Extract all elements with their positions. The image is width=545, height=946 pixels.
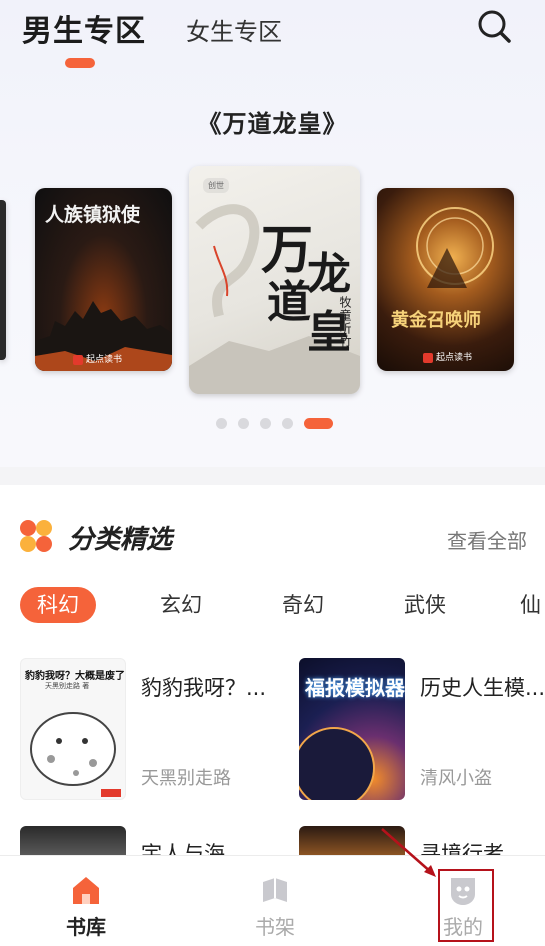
annotation-highlight-box [438, 869, 494, 942]
category-grid-icon [20, 520, 52, 552]
book-title-2[interactable]: 历史人生模... [420, 672, 545, 702]
leopard-illustration [30, 712, 121, 797]
nav-item-bookshelf[interactable]: 书架 [225, 856, 325, 946]
tab-female[interactable]: 女生专区 [186, 12, 282, 47]
book-author-1: 天黑别走路 [141, 768, 231, 789]
cover-author: 牧童听竹 [338, 296, 352, 348]
carousel-cover-left[interactable]: 人族镇狱使 起点读书 [35, 188, 172, 371]
book-author-2: 清风小盗 [420, 768, 492, 789]
see-all-link[interactable]: 查看全部 [447, 525, 527, 554]
bookshelf-icon [263, 878, 287, 902]
book-cover-1[interactable]: 豹豹我呀？大概是废了 天黑别走路 著 [20, 658, 126, 800]
cover-title: 福报模拟器 [305, 676, 405, 700]
book-cover-2[interactable]: 福报模拟器 [299, 658, 405, 800]
search-button[interactable] [474, 6, 514, 46]
publisher-badge: 起点读书 [73, 352, 122, 365]
cover-char-2: 道 [267, 277, 311, 328]
nav-item-library[interactable]: 书库 [36, 856, 136, 946]
chip-xuanhuan[interactable]: 玄幻 [143, 587, 219, 623]
chip-qihuan[interactable]: 奇幻 [265, 587, 341, 623]
cover-title: 豹豹我呀？大概是废了 [25, 671, 125, 682]
nav-label-library: 书库 [66, 915, 106, 939]
book-title-1[interactable]: 豹豹我呀？... [141, 672, 266, 702]
featured-book-title: 《万道龙皇》 [197, 110, 348, 138]
search-icon [478, 10, 511, 43]
carousel-pagination [216, 417, 333, 429]
chip-scifi[interactable]: 科幻 [20, 587, 96, 623]
chip-xianxia[interactable]: 仙 [520, 587, 545, 623]
page-dot[interactable] [282, 417, 293, 429]
section-divider [0, 467, 545, 485]
cover-char-3: 龙 [307, 249, 351, 300]
chip-wuxia[interactable]: 武侠 [387, 587, 463, 623]
cover-title: 人族镇狱使 [45, 204, 141, 226]
category-section-title: 分类精选 [68, 525, 173, 555]
cover-title: 黄金召唤师 [391, 310, 481, 331]
tab-male[interactable]: 男生专区 [22, 6, 146, 50]
tab-indicator [65, 58, 95, 68]
page-dot[interactable] [238, 417, 249, 429]
page-dot[interactable] [260, 417, 271, 429]
home-icon [73, 877, 99, 904]
page-dot[interactable] [216, 417, 227, 429]
magic-circle-art [416, 207, 494, 288]
planet-art [299, 727, 375, 800]
carousel-cover-center[interactable]: 创世 万 道 龙 皇 牧童听竹 [189, 166, 360, 394]
carousel-cover-right[interactable]: 黄金召唤师 起点读书 [377, 188, 514, 371]
nav-label-bookshelf: 书架 [255, 915, 295, 939]
page-dot-active[interactable] [304, 417, 333, 429]
carousel-prev-cover[interactable] [0, 200, 6, 360]
publisher-badge: 起点读书 [423, 350, 472, 363]
